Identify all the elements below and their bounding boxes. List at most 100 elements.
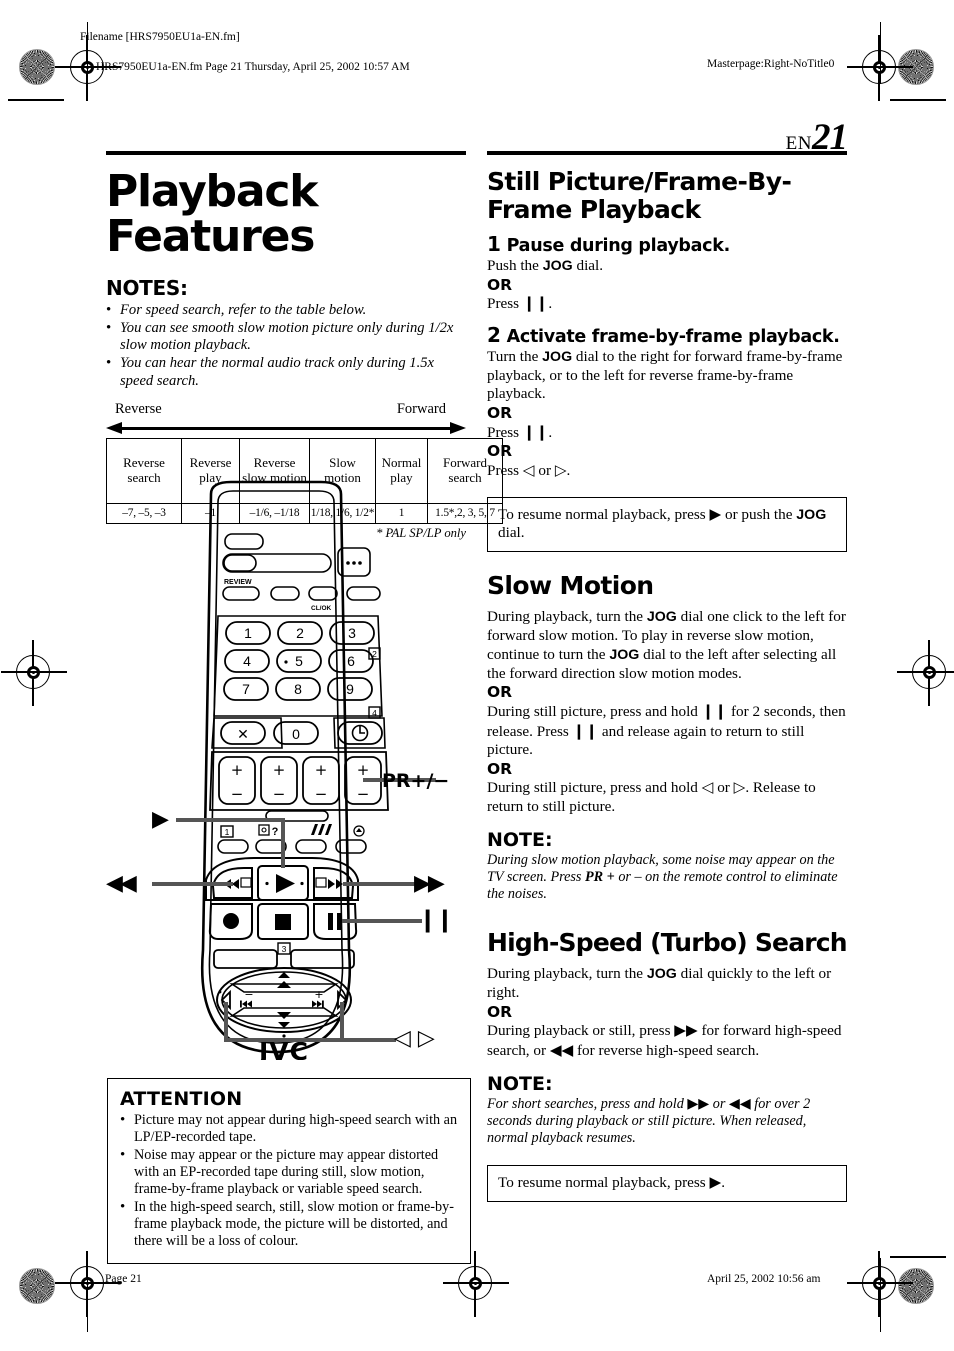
svg-text:7: 7	[242, 681, 250, 697]
note-heading-slow-motion: NOTE:	[487, 828, 553, 851]
resume-playback-box-2: To resume normal playback, press ▶.	[487, 1164, 847, 1202]
press-word: Press	[487, 295, 523, 313]
left-triangle-icon: ◁	[522, 460, 535, 479]
skip-back-icon	[240, 1000, 252, 1008]
direction-label-reverse: Reverse	[115, 400, 162, 417]
pr-keyword: PR +	[585, 868, 615, 885]
section-heading-high-speed-search: High-Speed (Turbo) Search	[487, 927, 848, 957]
step-marker-4: 4	[372, 708, 377, 718]
key-0-digit: 0	[292, 726, 300, 742]
step-marker-3: 3	[282, 944, 287, 954]
step-1-heading: 1 Pause during playback.	[487, 232, 847, 256]
jog-ring-inner	[221, 971, 347, 1029]
function-button-4	[346, 586, 381, 601]
cancel-icon: ✕	[237, 727, 249, 743]
step-2-heading: 2 Activate frame-by-frame playback.	[487, 323, 847, 347]
sm-p3-b: or	[713, 779, 734, 797]
hs-para-1: During playback, turn the JOG dial quick…	[487, 965, 847, 1002]
menu-bar-button-left	[213, 949, 278, 969]
key-5-tactile-dot-icon	[284, 660, 288, 664]
or-label: OR	[487, 442, 513, 461]
jog-plus-label: +	[314, 988, 323, 1001]
menu-bar-button-right	[290, 949, 355, 969]
jog-keyword: JOG	[542, 258, 573, 274]
page-content: EN21 Playback Features NOTES: For speed …	[0, 0, 954, 1351]
stop-glyph-icon	[275, 914, 291, 930]
hs-p1-a: During playback, turn the	[487, 965, 647, 983]
step-2-pre: Turn the	[487, 347, 543, 365]
pause-glyph-icon: ❙❙	[701, 701, 728, 720]
callout-pr-plus-minus: PR+/−	[382, 770, 450, 792]
note-item: You can see smooth slow motion picture o…	[106, 319, 466, 356]
press-word: Press	[487, 423, 523, 441]
right-triangle-icon: ▷	[554, 460, 567, 479]
pause-glyph-icon: ❙❙	[572, 721, 599, 740]
fast-forward-glyph-icon: ▶▶	[674, 1021, 698, 1040]
period: .	[548, 295, 553, 313]
eject-icon	[353, 825, 365, 837]
note-item: You can hear the normal audio track only…	[106, 354, 466, 391]
note-item: For speed search, refer to the table bel…	[106, 301, 466, 320]
press-word: Press	[487, 461, 523, 479]
skip-forward-icon	[312, 1000, 324, 1008]
sm-p1-a: During playback, turn the	[487, 608, 647, 626]
resume-pre: To resume normal playback, press	[498, 505, 710, 523]
svg-text:8: 8	[294, 681, 302, 697]
function-row-button-3	[295, 839, 327, 854]
section-heading-slow-motion: Slow Motion	[487, 570, 654, 600]
notes-list: For speed search, refer to the table bel…	[106, 301, 466, 391]
sm-p2-a: During still picture, press and hold	[487, 702, 702, 720]
play-glyph-icon	[276, 874, 295, 893]
jog-down-arrow-icon	[277, 1012, 291, 1028]
or-label: OR	[487, 275, 513, 294]
svg-text:?: ?	[272, 826, 279, 838]
callout-fast-forward: ▶▶	[414, 871, 445, 896]
clock-ok-label: CL/OK	[311, 605, 332, 612]
notes-heading: NOTES:	[106, 275, 188, 300]
or-label: OR	[487, 404, 513, 423]
slow-motion-para-1: During playback, turn the JOG dial one c…	[487, 608, 847, 683]
rewind-glyph-icon: ◀◀	[728, 1095, 751, 1112]
function-button-2	[270, 586, 300, 601]
callout-play: ▶	[152, 807, 169, 832]
hs-para-2: During playback or still, press ▶▶ for f…	[487, 1021, 847, 1060]
step-2-line-3: Press ◁ or ▷.	[487, 461, 847, 481]
svg-text:9: 9	[346, 681, 354, 697]
jog-keyword: JOG	[646, 966, 677, 983]
direction-label-forward: Forward	[396, 400, 446, 417]
callout-rewind: ◀◀	[106, 871, 137, 896]
review-label: REVIEW	[224, 579, 252, 586]
note-text-high-speed: For short searches, press and hold ▶▶ or…	[487, 1096, 847, 1147]
slow-motion-para-2: During still picture, press and hold ❙❙ …	[487, 702, 847, 760]
hs-note-b: or	[709, 1095, 729, 1112]
step-2-line-2: Press ❙❙.	[487, 423, 847, 443]
section-heading-still-picture: Still Picture/Frame-By-Frame Playback	[487, 167, 792, 224]
arrow-right-tip-icon	[450, 422, 466, 435]
sm-p3-a: During still picture, press and hold	[487, 779, 702, 797]
hs-p2-a: During playback or still, press	[487, 1022, 675, 1040]
attention-item: Picture may not appear during high-speed…	[120, 1111, 458, 1146]
svg-text:3: 3	[348, 625, 356, 641]
power-button	[224, 533, 264, 550]
svg-text:−: −	[231, 785, 244, 803]
wide-button-left-part	[223, 554, 257, 572]
attention-list: Picture may not appear during high-speed…	[120, 1111, 458, 1250]
step-marker-1: 1	[225, 827, 230, 837]
resume-playback-box-1: To resume normal playback, press ▶ or pu…	[487, 496, 847, 552]
callout-leader-lines	[152, 778, 436, 1042]
pause-glyph-icon: ❙❙	[522, 294, 549, 313]
jog-left-dot-icon	[218, 990, 222, 994]
step-1-line-1: Push the JOG dial.	[487, 257, 847, 276]
step-1-text: Pause during playback.	[506, 236, 731, 256]
svg-text:4: 4	[243, 653, 251, 669]
attention-item: In the high-speed search, still, slow mo…	[120, 1198, 458, 1250]
slow-motion-para-3: During still picture, press and hold ◁ o…	[487, 778, 847, 816]
arrow-shaft	[122, 426, 450, 430]
callout-pause: ❙❙	[418, 907, 455, 933]
hs-note-a: For short searches, press and hold	[487, 1095, 688, 1112]
attention-item: Noise may appear or the picture may appe…	[120, 1146, 458, 1198]
right-column: Still Picture/Frame-By-Frame Playback 1P…	[487, 148, 848, 1202]
step-2-line-1: Turn the JOG dial to the right for forwa…	[487, 348, 847, 404]
function-button-3	[308, 586, 338, 601]
resume-mid: or push the	[721, 505, 797, 523]
